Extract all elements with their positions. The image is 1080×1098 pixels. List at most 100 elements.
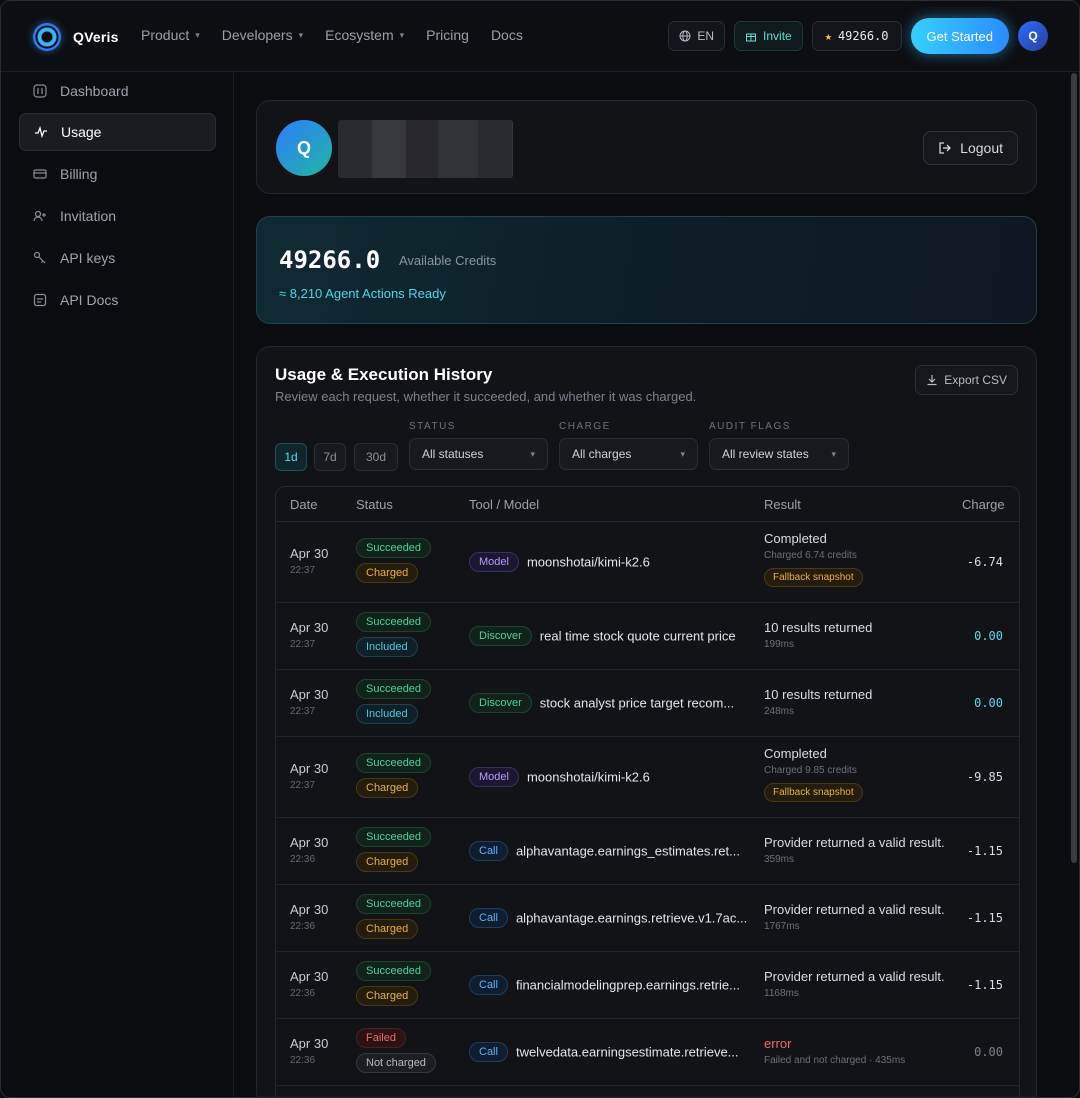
row-date: Apr 30	[290, 545, 329, 561]
audit-filter-select[interactable]: All review states ▾	[709, 438, 849, 470]
result-text: Provider returned a valid result.	[764, 834, 945, 850]
language-button[interactable]: EN	[668, 21, 726, 51]
table-row[interactable]: Apr 30 22:36 Failed Not charged Call twelveda…	[276, 1019, 1019, 1086]
logout-button[interactable]: Logout	[923, 131, 1018, 165]
row-date: Apr 30	[290, 834, 329, 850]
tool-type-tag: Discover	[469, 625, 532, 646]
export-csv-button[interactable]: Export CSV	[915, 365, 1018, 395]
chevron-down-icon: ▾	[195, 29, 200, 40]
charge-badge: Included	[356, 636, 418, 657]
charge-amount: -1.15	[966, 977, 1003, 992]
tool-type-tag: Call	[469, 974, 508, 995]
tool-name[interactable]: stock analyst price target recom...	[540, 695, 734, 710]
result-detail: Failed and not charged · 435ms	[764, 1054, 906, 1066]
credits-balance[interactable]: ★ 49266.0	[811, 21, 902, 51]
column-result: Result	[764, 497, 801, 512]
nav-docs[interactable]: Docs	[491, 27, 523, 43]
globe-icon	[679, 30, 691, 42]
history-table: Date Status Tool / Model Result Charge A…	[275, 486, 1020, 1097]
range-7d-button[interactable]: 7d	[314, 443, 346, 471]
nav-developers-label: Developers	[221, 27, 293, 43]
card-icon	[32, 166, 48, 182]
user-avatar[interactable]: Q	[1018, 21, 1048, 51]
range-1d-button[interactable]: 1d	[275, 443, 307, 471]
table-row[interactable]: Apr 30 22:37 Succeeded Charged Model moonshot…	[276, 737, 1019, 818]
tool-name[interactable]: alphavantage.earnings.retrieve.v1.7ac...	[516, 910, 747, 925]
tool-name[interactable]: alphavantage.earnings_estimates.ret...	[516, 843, 740, 858]
get-started-button[interactable]: Get Started	[910, 18, 1009, 54]
result-text: Provider returned a valid result.	[764, 901, 945, 917]
row-time: 22:36	[290, 987, 316, 999]
audit-flag-badge: Fallback snapshot	[764, 567, 863, 587]
nav-ecosystem[interactable]: Ecosystem ▾	[325, 27, 404, 43]
logout-label: Logout	[960, 140, 1003, 156]
date-cell: Apr 30 22:37	[290, 620, 328, 650]
tool-type-tag: Model	[469, 551, 519, 572]
tool-name[interactable]: financialmodelingprep.earnings.retrie...	[516, 977, 740, 992]
row-time: 22:37	[290, 705, 316, 717]
result-text: Completed	[764, 745, 827, 761]
sidebar-item-usage[interactable]: Usage	[19, 113, 216, 151]
sidebar-item-billing[interactable]: Billing	[19, 155, 216, 193]
table-row[interactable]: Apr 30 22:36 Succeeded Charged Call financial…	[276, 952, 1019, 1019]
sidebar-item-invitation[interactable]: Invitation	[19, 197, 216, 235]
agent-actions-ready: ≈ 8,210 Agent Actions Ready	[279, 286, 446, 301]
nav-developers[interactable]: Developers ▾	[222, 27, 303, 43]
status-cell: Succeeded Charged	[356, 893, 432, 939]
app-window: QVeris Product ▾ Developers ▾ Ecosystem ▾ P…	[0, 0, 1080, 1098]
sidebar: Dashboard Usage Billing Invitation API k…	[1, 72, 234, 1097]
sidebar-item-dashboard[interactable]: Dashboard	[19, 72, 216, 110]
invite-button[interactable]: Invite	[734, 21, 803, 51]
nav-product[interactable]: Product ▾	[141, 27, 200, 43]
tool-name[interactable]: moonshotai/kimi-k2.6	[527, 554, 650, 569]
status-badge: Succeeded	[356, 960, 432, 981]
sidebar-item-api-docs[interactable]: API Docs	[19, 281, 216, 319]
redacted-user-name	[338, 120, 513, 178]
tool-type-tag: Call	[469, 1041, 508, 1062]
sidebar-item-api-keys[interactable]: API keys	[19, 239, 216, 277]
status-badge: Failed	[356, 1027, 406, 1048]
status-cell: Failed Not charged	[356, 1027, 436, 1073]
status-cell: Succeeded Charged	[356, 826, 432, 872]
table-row[interactable]: Apr 30 22:37 Succeeded Included Discover stoc…	[276, 670, 1019, 737]
charge-filter-select[interactable]: All charges ▾	[559, 438, 698, 470]
status-cell: Succeeded Included	[356, 611, 432, 657]
tool-cell: Discover real time stock quote current pr…	[469, 625, 736, 646]
tool-name[interactable]: moonshotai/kimi-k2.6	[527, 769, 650, 784]
charge-amount: -9.85	[966, 769, 1003, 784]
table-header: Date Status Tool / Model Result Charge	[276, 487, 1019, 522]
brand-logo[interactable]: QVeris	[33, 23, 119, 51]
table-row[interactable]: Apr 30 22:37 Succeeded Included Discover real…	[276, 603, 1019, 670]
range-30d-button[interactable]: 30d	[354, 443, 398, 471]
status-filter-label: STATUS	[409, 421, 456, 432]
tool-type-tag: Call	[469, 907, 508, 928]
chevron-down-icon: ▾	[680, 448, 685, 459]
date-cell: Apr 30 22:37	[290, 687, 328, 717]
top-nav: QVeris Product ▾ Developers ▾ Ecosystem ▾ P…	[1, 1, 1079, 72]
doc-icon	[32, 292, 48, 308]
table-row[interactable]: Apr 30 22:37 Succeeded Charged Model moonshot…	[276, 522, 1019, 603]
result-detail: 1767ms	[764, 920, 800, 932]
nav-pricing[interactable]: Pricing	[426, 27, 469, 43]
language-label: EN	[697, 29, 715, 43]
date-cell: Apr 30 22:36	[290, 835, 328, 865]
audit-flag-badge: Fallback snapshot	[764, 782, 863, 802]
page-scrollbar[interactable]	[1071, 73, 1077, 863]
invite-label: Invite	[763, 29, 792, 43]
column-date: Date	[290, 497, 318, 512]
column-charge: Charge	[962, 497, 1005, 512]
result-cell: Completed Charged 6.74 credits Fallback sn…	[764, 531, 863, 587]
date-cell: Apr 30 22:37	[290, 761, 328, 791]
table-row[interactable]: Apr 30 22:36 Succeeded Charged Call alphavant…	[276, 818, 1019, 885]
nav-docs-label: Docs	[490, 27, 523, 43]
table-row[interactable]: Apr 30 22:36 Succeeded Charged Call alphavant…	[276, 885, 1019, 952]
charge-badge: Charged	[356, 562, 419, 583]
sidebar-item-label: API keys	[60, 250, 116, 266]
status-filter-select[interactable]: All statuses ▾	[409, 438, 548, 470]
tool-cell: Call alphavantage.earnings_estimates.ret.…	[469, 840, 740, 861]
result-detail: 359ms	[764, 853, 795, 865]
chevron-down-icon: ▾	[831, 448, 836, 459]
tool-name[interactable]: twelvedata.earningsestimate.retrieve...	[516, 1044, 739, 1059]
tool-name[interactable]: real time stock quote current price	[540, 628, 736, 643]
result-text: Completed	[764, 530, 827, 546]
